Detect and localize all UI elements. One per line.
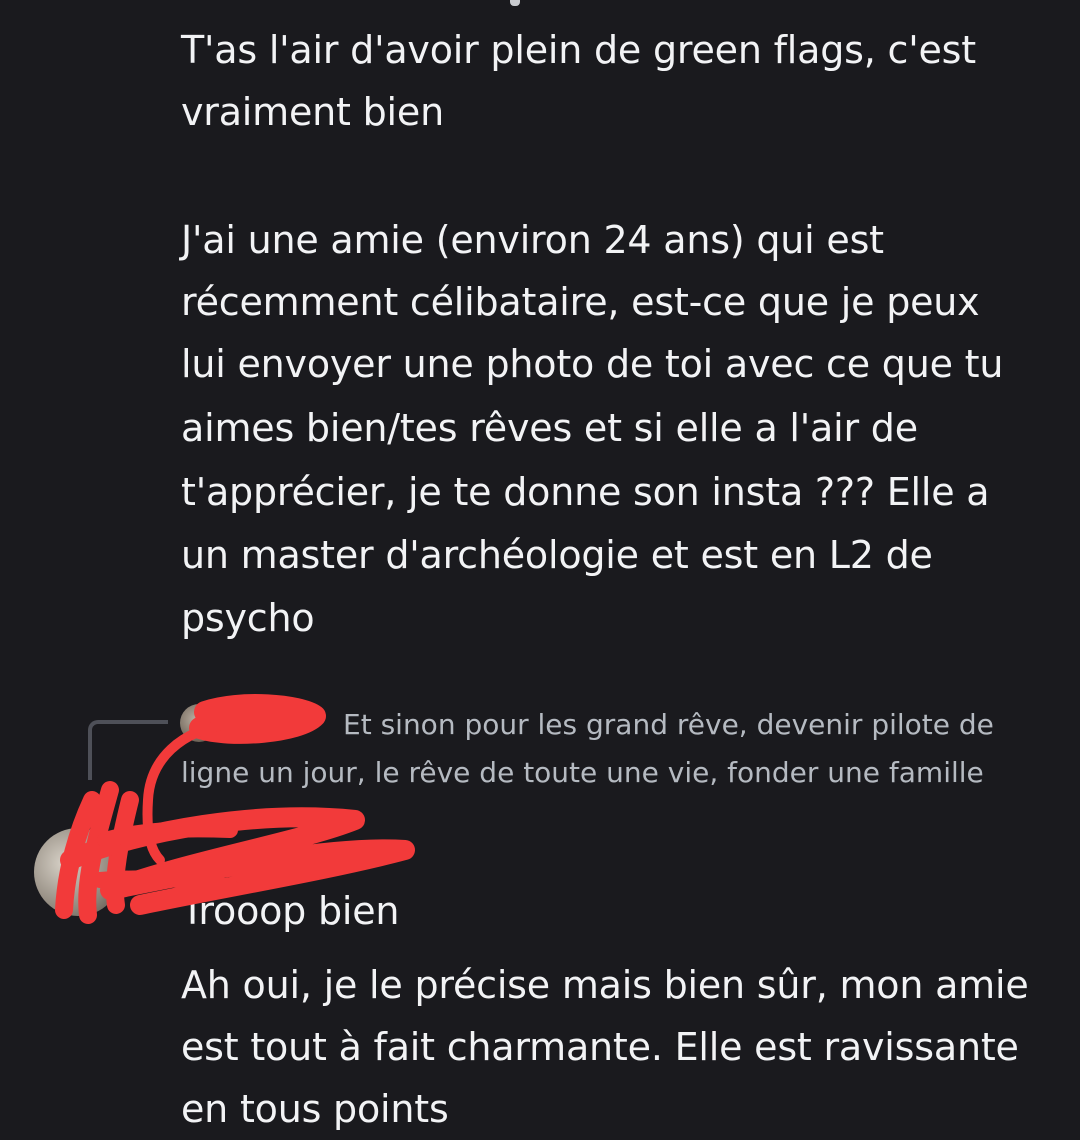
message-line: lui envoyer une photo de toi avec ce que… [181, 342, 1004, 386]
message-line: T'as l'air d'avoir plein de green flags,… [181, 28, 976, 72]
message-line: Trooop bien [181, 889, 400, 933]
message-line: aimes bien/tes rêves et si elle a l'air … [181, 406, 918, 450]
message-line: Ah oui, je le précise mais bien sûr, mon… [181, 963, 1029, 1007]
message-line: vraiment bien [181, 90, 444, 134]
message-line: un master d'archéologie et est en L2 de [181, 533, 933, 577]
author-avatar[interactable] [34, 828, 122, 916]
message-line: J'ai une amie (environ 24 ans) qui est [181, 218, 884, 262]
reply-author-name[interactable]: …s [226, 704, 271, 746]
message-line: est tout à fait charmante. Elle est ravi… [181, 1025, 1019, 1069]
message-line: psycho [181, 596, 315, 640]
reply-author-avatar[interactable] [180, 704, 218, 742]
reply-line: Et sinon pour les grand rêve, devenir pi… [343, 708, 994, 741]
message-line: récemment célibataire, est-ce que je peu… [181, 280, 980, 324]
reply-connector [88, 720, 168, 780]
message-line: en tous points [181, 1087, 449, 1131]
reply-line: ligne un jour, le rêve de toute une vie,… [181, 756, 984, 789]
previous-message-fragment [510, 0, 520, 6]
message-line: t'apprécier, je te donne son insta ??? E… [181, 470, 990, 514]
